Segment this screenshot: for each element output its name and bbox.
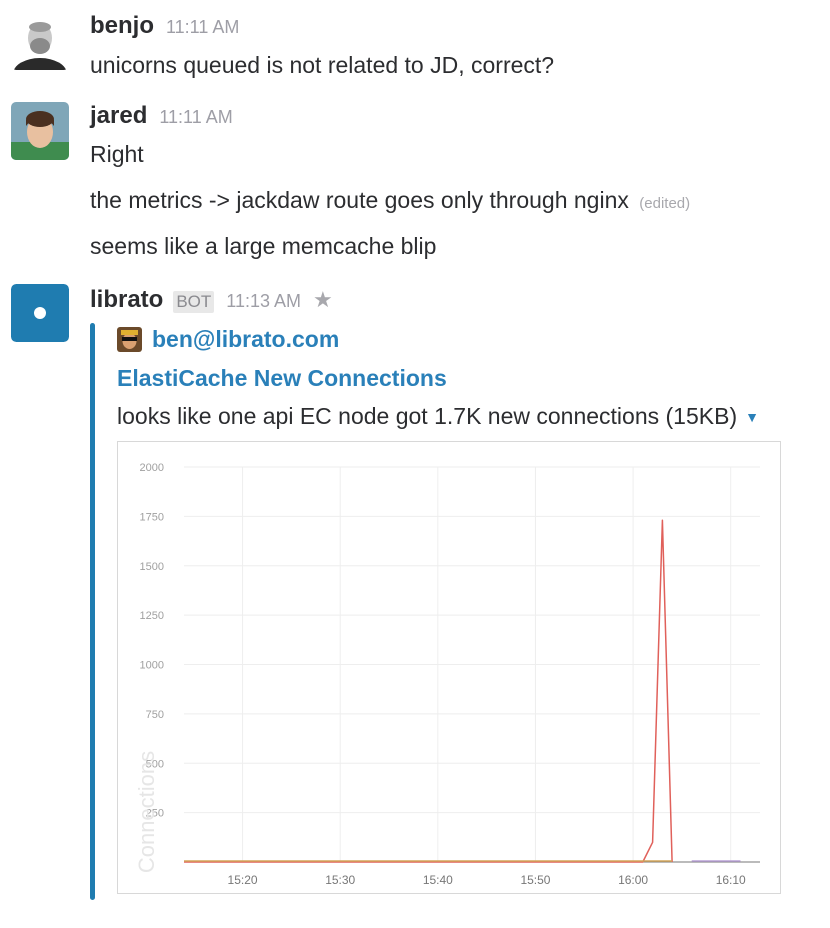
timestamp[interactable]: 11:11 AM [159, 107, 232, 128]
x-tick-label: 15:40 [423, 873, 453, 887]
star-icon[interactable]: ★ [313, 287, 333, 313]
series-line [184, 519, 673, 863]
edited-label: (edited) [639, 195, 691, 212]
timestamp[interactable]: 11:13 AM [226, 291, 301, 312]
avatar-librato[interactable] [11, 284, 69, 342]
username[interactable]: benjo [90, 12, 154, 40]
attachment-author: ben@librato.com [117, 326, 339, 353]
x-tick-label: 15:30 [325, 873, 355, 887]
message-header-benjo: benjo 11:11 AM [90, 12, 239, 40]
username[interactable]: librato [90, 286, 163, 314]
y-tick-label: 1500 [140, 561, 164, 573]
author-link[interactable]: ben@librato.com [152, 326, 339, 353]
x-tick-label: 15:20 [228, 873, 258, 887]
x-tick-label: 15:50 [520, 873, 550, 887]
attachment-description: looks like one api EC node got 1.7K new … [117, 403, 738, 429]
y-tick-label: 1750 [140, 511, 164, 523]
connections-chart[interactable]: 250 500 750 1000 1250 1500 1750 2000 15:20 15:30 1… [117, 441, 781, 894]
message-header-librato: librato BOT 11:13 AM ★ [90, 286, 333, 314]
avatar-benjo[interactable] [11, 12, 69, 70]
chart-svg: 2505007501000125015001750200015:20 15:30 1… [134, 462, 760, 887]
timestamp[interactable]: 11:11 AM [166, 17, 239, 38]
y-axis-label: Connections [134, 751, 159, 873]
x-tick-label: 16:00 [618, 873, 648, 887]
message-text: seems like a large memcache blip [90, 233, 437, 259]
caret-down-icon[interactable]: ▼ [745, 409, 759, 425]
attachment-bar [90, 323, 95, 900]
username[interactable]: jared [90, 102, 147, 130]
avatar-jared[interactable] [11, 102, 69, 160]
message-header-jared: jared 11:11 AM [90, 102, 233, 130]
y-tick-label: 1250 [140, 610, 164, 622]
y-tick-label: 750 [146, 709, 164, 721]
author-avatar [117, 327, 142, 352]
x-tick-label: 16:10 [716, 873, 746, 887]
message-text: the metrics -> jackdaw route goes only t… [90, 187, 629, 213]
bot-badge: BOT [173, 291, 215, 313]
y-tick-label: 2000 [140, 462, 164, 474]
attachment-text: looks like one api EC node got 1.7K new … [117, 403, 759, 430]
y-tick-label: 1000 [140, 660, 164, 672]
attachment-title-link[interactable]: ElastiCache New Connections [117, 365, 447, 392]
message-text: Right [90, 141, 144, 167]
message-text: unicorns queued is not related to JD, co… [90, 52, 555, 78]
message-text-edited: the metrics -> jackdaw route goes only t… [90, 187, 690, 214]
